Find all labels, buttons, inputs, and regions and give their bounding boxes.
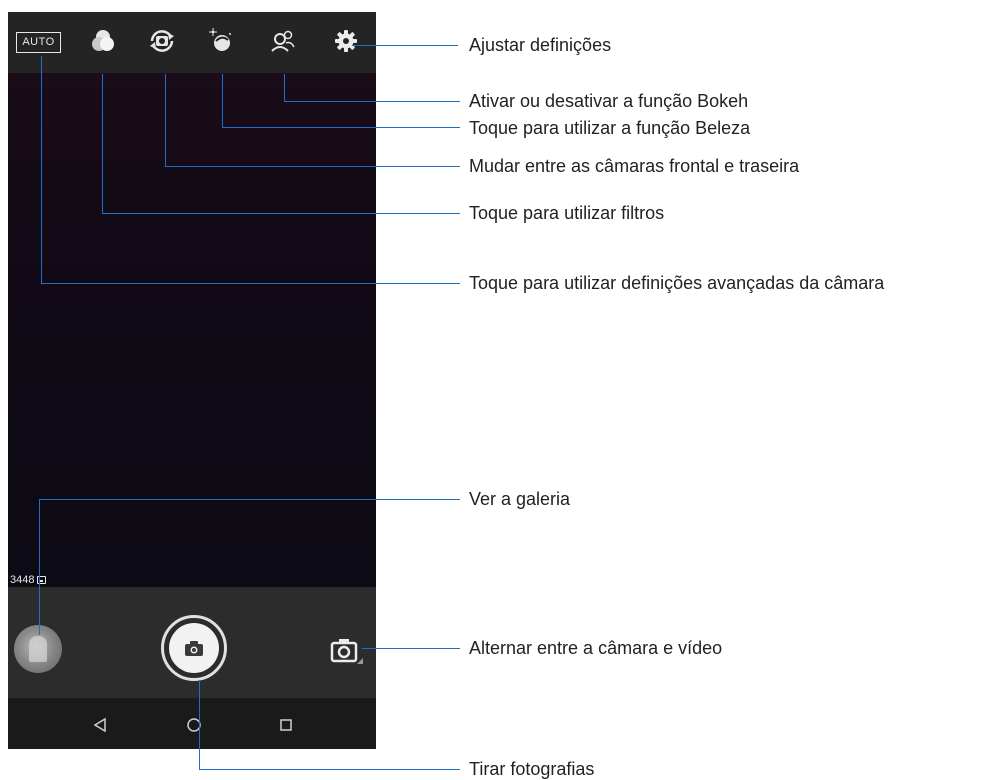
shutter-inner <box>169 623 219 673</box>
gallery-thumbnail[interactable] <box>14 625 62 673</box>
recents-icon[interactable] <box>276 715 296 735</box>
callout-line-shutter-h <box>199 769 460 770</box>
callout-line-advanced-h <box>41 283 460 284</box>
callout-line-advanced-v <box>41 56 42 284</box>
label-switch-camera: Mudar entre as câmaras frontal e traseir… <box>469 156 800 176</box>
callout-line-shutter-v <box>199 680 200 770</box>
gear-icon[interactable] <box>331 26 361 56</box>
callout-line-beauty-h <box>222 127 460 128</box>
callout-line-filters-h <box>102 213 460 214</box>
bokeh-icon[interactable] <box>268 26 298 56</box>
label-take-photo: Tirar fotografias <box>469 759 595 779</box>
filter-icon[interactable] <box>88 26 118 56</box>
callout-line-gallery-v <box>39 499 40 635</box>
back-icon[interactable] <box>90 715 110 735</box>
callout-line-beauty-v <box>222 74 223 128</box>
label-beauty: Toque para utilizar a função Beleza <box>469 118 751 138</box>
camera-mode-icon <box>330 639 363 664</box>
label-bokeh: Ativar ou desativar a função Bokeh <box>469 91 749 111</box>
shutter-button[interactable] <box>161 615 227 681</box>
photo-counter: 3448 <box>10 574 47 586</box>
label-advanced: Toque para utilizar definições avançadas… <box>469 273 885 293</box>
camera-video-switch[interactable] <box>330 636 364 666</box>
label-filters: Toque para utilizar filtros <box>469 203 665 223</box>
callout-line-mode <box>362 648 460 649</box>
callout-line-switch-v <box>165 74 166 167</box>
home-icon[interactable] <box>184 715 204 735</box>
callout-line-bokeh-h <box>284 101 460 102</box>
camera-icon <box>185 640 203 656</box>
photo-count: 3448 <box>10 574 35 586</box>
auto-mode-button[interactable]: AUTO <box>16 32 61 53</box>
callout-line-filters-v <box>102 74 103 214</box>
callout-line-switch-h <box>165 166 460 167</box>
callout-line-gallery-h <box>39 499 460 500</box>
gallery-preview-image <box>29 636 47 662</box>
label-gallery: Ver a galeria <box>469 489 571 509</box>
camera-top-bar: AUTO <box>8 12 376 73</box>
viewfinder[interactable] <box>8 73 376 585</box>
beauty-icon[interactable] <box>206 26 236 56</box>
callout-line-settings <box>352 45 458 46</box>
label-settings: Ajustar definições <box>469 35 612 55</box>
callout-line-bokeh-v <box>284 74 285 102</box>
label-mode-switch: Alternar entre a câmara e vídeo <box>469 638 723 658</box>
switch-camera-icon[interactable] <box>147 26 177 56</box>
